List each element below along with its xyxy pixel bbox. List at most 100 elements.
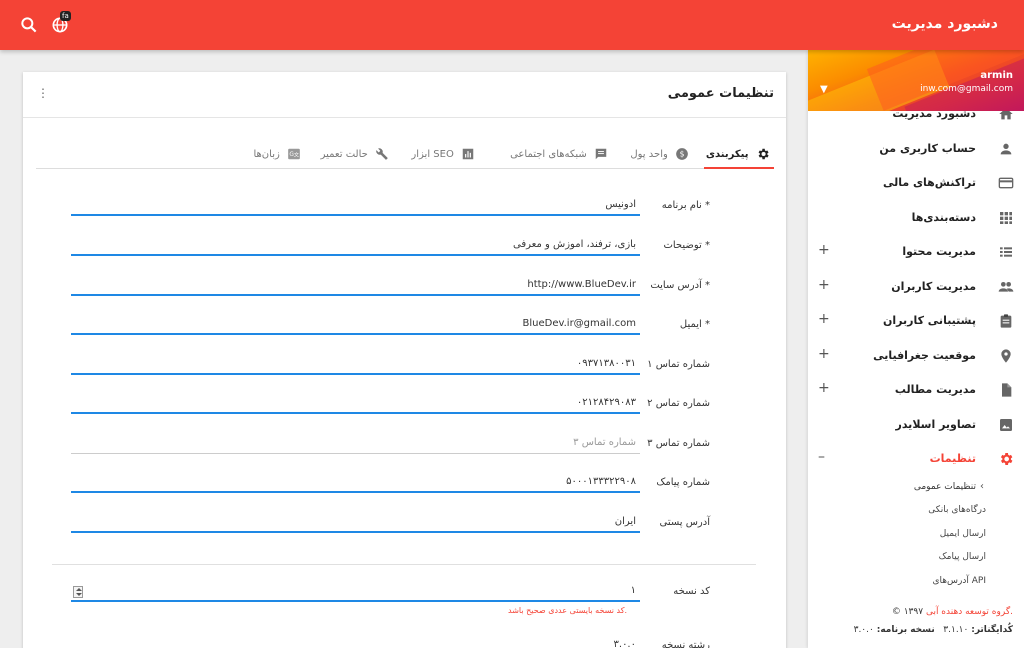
divider — [23, 117, 786, 118]
expand-icon[interactable]: + — [818, 311, 830, 327]
top-app-bar: دشبورد مدیریت fa — [0, 0, 1024, 50]
field-label: شماره تماس ۳ — [647, 438, 710, 449]
form-row-version-code: کد نسخه — [23, 576, 786, 616]
copyright-prefix: © ۱۳۹۷ — [891, 607, 924, 617]
grid-icon — [1000, 211, 1012, 224]
chevron-down-icon[interactable]: ▼ — [820, 84, 828, 95]
sidebar-item-label: مدیریت کاربران — [891, 279, 976, 293]
search-icon[interactable] — [19, 15, 39, 35]
tab-label: واحد پول — [630, 148, 668, 160]
sidebar-item-account[interactable]: حساب کاربری من — [808, 132, 1024, 167]
sidebar-item-categories[interactable]: دسته‌بندی‌ها — [808, 201, 1024, 236]
tab-label: ابزار SEO — [411, 148, 454, 160]
app-name-input[interactable] — [71, 194, 640, 216]
dollar-icon: $ — [676, 148, 688, 160]
settings-tabs: پیکربندی واحد پول $ شبکه‌های اجتماعی ابز… — [36, 142, 775, 169]
sidebar-subitem-label: ارسال ایمیل — [939, 528, 986, 539]
chat-icon — [595, 148, 607, 160]
tab-seo-tools[interactable]: ابزار SEO — [411, 147, 475, 169]
field-label: ایمیل * — [679, 319, 710, 330]
sidebar-item-content[interactable]: مدیریت محتوا + — [808, 235, 1024, 270]
email-input[interactable] — [71, 313, 640, 335]
group-icon — [998, 281, 1014, 292]
description-input[interactable] — [71, 234, 640, 256]
expand-icon[interactable]: + — [818, 242, 830, 258]
validation-error: کد نسخه بایستی عددی صحیح باشد. — [508, 606, 628, 615]
tab-configuration[interactable]: پیکربندی — [703, 147, 775, 169]
field-label: کد نسخه — [673, 586, 710, 597]
version-info: کُدایگناتر: ۳.۱.۱۰ نسخه برنامه: ۳.۰.۰ — [854, 625, 1013, 635]
more-vert-icon[interactable]: ⋮ — [37, 86, 49, 100]
field-label: شماره تماس ۲ — [647, 398, 710, 409]
expand-icon[interactable]: + — [818, 277, 830, 293]
sidebar-menu: دشبورد مدیریت حساب کاربری من تراکنش‌های … — [808, 97, 1024, 594]
site-url-input[interactable] — [71, 274, 640, 296]
form-row-description: توضیحات * — [23, 230, 786, 270]
copyright: © ۱۳۹۷ گروه توسعه دهنده آبی. — [892, 607, 1013, 617]
form-row-sms-number: شماره پیامک — [23, 467, 786, 507]
user-name: armin — [980, 70, 1013, 81]
credit-card-icon — [998, 177, 1014, 189]
sidebar-subitem-label: ارسال پیامک — [938, 552, 986, 562]
sidebar-subitem-send-email[interactable]: ارسال ایمیل — [808, 524, 1024, 548]
number-stepper[interactable] — [73, 586, 83, 598]
sidebar-subitem-label: درگاه‌های بانکی — [928, 505, 986, 515]
tab-label: زبان‌ها — [253, 148, 280, 160]
tab-maintenance-mode[interactable]: حالت تعمیر — [321, 147, 389, 169]
field-label: نام برنامه * — [661, 200, 710, 211]
translate-icon: G文 — [288, 148, 300, 160]
coder-label: کُدایگناتر: — [971, 625, 1013, 635]
list-icon — [1000, 247, 1012, 257]
sms-number-input[interactable] — [71, 471, 640, 493]
sidebar-item-posts[interactable]: مدیریت مطالب + — [808, 373, 1024, 408]
sidebar-item-label: دسته‌بندی‌ها — [911, 210, 976, 224]
user-email: inw.com@gmail.com — [920, 84, 1013, 94]
app-version: ۳.۰.۰ — [853, 625, 874, 635]
phone-3-input[interactable] — [71, 432, 640, 454]
app-version-label: نسخه برنامه: — [876, 625, 935, 635]
sidebar-subitem-bank-gateways[interactable]: درگاه‌های بانکی — [808, 500, 1024, 524]
collapse-icon[interactable]: – — [818, 449, 825, 465]
tab-languages[interactable]: زبان‌ها G文 — [253, 147, 301, 169]
field-label: شماره تماس ۱ — [647, 359, 710, 370]
form-row-phone-1: شماره تماس ۱ — [23, 349, 786, 389]
person-icon — [1000, 143, 1012, 154]
sidebar-item-support[interactable]: پشتیبانی کاربران + — [808, 304, 1024, 339]
expand-icon[interactable]: + — [818, 346, 830, 362]
sidebar-item-location[interactable]: موقعیت جغرافیایی + — [808, 339, 1024, 374]
tab-currency[interactable]: واحد پول $ — [630, 147, 689, 169]
sidebar: دشبورد مدیریت حساب کاربری من تراکنش‌های … — [808, 50, 1024, 648]
bar-chart-icon — [462, 148, 474, 160]
settings-card: تنظیمات عمومی ⋮ پیکربندی واحد پول $ شبکه… — [23, 72, 786, 648]
image-icon — [1000, 418, 1012, 431]
page-title: تنظیمات عمومی — [667, 86, 774, 101]
tab-social-networks[interactable]: شبکه‌های اجتماعی — [510, 147, 608, 169]
version-string-input[interactable] — [71, 634, 640, 648]
phone-2-input[interactable] — [71, 392, 640, 414]
sidebar-item-label: تصاویر اسلایدر — [895, 417, 977, 431]
company-link[interactable]: گروه توسعه دهنده آبی. — [926, 607, 1013, 617]
form-row-app-name: نام برنامه * — [23, 190, 786, 230]
form-row-postal-address: آدرس پستی — [23, 507, 786, 547]
field-label: آدرس سایت * — [650, 280, 710, 291]
sidebar-item-settings[interactable]: تنظیمات – — [808, 442, 1024, 477]
phone-1-input[interactable] — [71, 353, 640, 375]
sidebar-item-label: مدیریت محتوا — [902, 245, 976, 258]
field-label: توضیحات * — [663, 240, 710, 251]
form-row-site-url: آدرس سایت * — [23, 270, 786, 310]
sidebar-item-label: موقعیت جغرافیایی — [873, 348, 976, 362]
gear-icon — [1000, 453, 1013, 465]
sidebar-subitem-api-addresses[interactable]: آدرس‌های API — [808, 571, 1024, 595]
sidebar-item-slider[interactable]: تصاویر اسلایدر — [808, 408, 1024, 443]
version-code-input[interactable] — [71, 580, 640, 602]
language-badge: fa — [60, 11, 71, 21]
postal-address-input[interactable] — [71, 511, 640, 533]
sidebar-subitem-general-settings[interactable]: ‹ تنظیمات عمومی — [808, 477, 1024, 501]
tab-label: شبکه‌های اجتماعی — [510, 148, 587, 160]
sidebar-item-users[interactable]: مدیریت کاربران + — [808, 270, 1024, 305]
sidebar-item-transactions[interactable]: تراکنش‌های مالی — [808, 166, 1024, 201]
expand-icon[interactable]: + — [818, 380, 830, 396]
clipboard-icon — [1000, 314, 1012, 328]
sidebar-subitem-send-sms[interactable]: ارسال پیامک — [808, 547, 1024, 571]
form-row-email: ایمیل * — [23, 309, 786, 349]
